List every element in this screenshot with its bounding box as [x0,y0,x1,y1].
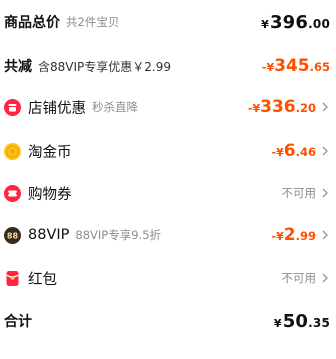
total-reduce-label: 共减 [4,59,32,75]
coupon-icon [4,184,21,202]
chevron-right-icon[interactable] [320,101,330,113]
shop-icon [4,98,21,116]
total-reduce-amount: -¥345.65 [261,56,330,76]
discount-amount: -¥336.20 [247,97,316,117]
svg-text:88: 88 [7,231,19,240]
discount-row-red-packet[interactable]: 红包 不可用 [0,258,336,298]
red-packet-icon [4,270,21,287]
discount-amount: -¥2.99 [271,225,316,245]
chevron-right-icon[interactable] [320,272,330,284]
chevron-right-icon[interactable] [320,145,330,157]
goods-total-label: 商品总价 [4,15,60,31]
gold-coin-icon [4,142,21,160]
goods-total-price: ¥396.00 [261,11,330,33]
unavailable-status: 不可用 [281,271,317,285]
unavailable-status: 不可用 [281,186,317,200]
grand-total-price: ¥50.35 [273,310,330,332]
discount-label: 红包 [28,271,57,288]
discount-row-coupon[interactable]: 购物券 不可用 [0,173,336,213]
discount-note: 秒杀直降 [92,100,138,114]
discount-amount: -¥6.46 [271,141,316,161]
total-reduce-row: 共减 含88VIP专享优惠￥2.99 -¥345.65 [0,46,336,86]
grand-total-row: 合计 ¥50.35 [0,301,336,341]
discount-note: 88VIP专享9.5折 [75,228,162,242]
goods-count-note: 共2件宝贝 [66,15,120,29]
total-reduce-note: 含88VIP专享优惠￥2.99 [38,59,171,74]
discount-label: 店铺优惠 [28,100,86,117]
chevron-right-icon[interactable] [320,229,330,241]
vip88-icon: 88 [4,226,21,244]
discount-row-coin[interactable]: 淘金币 -¥6.46 [0,131,336,171]
chevron-right-icon[interactable] [320,187,330,199]
grand-total-label: 合计 [4,314,32,330]
discount-label: 购物券 [28,186,72,203]
discount-label: 88VIP [28,227,70,243]
discount-label: 淘金币 [28,144,72,161]
discount-row-88vip[interactable]: 88 88VIP 88VIP专享9.5折 -¥2.99 [0,215,336,255]
discount-row-shop[interactable]: 店铺优惠 秒杀直降 -¥336.20 [0,87,336,127]
goods-total-row: 商品总价 共2件宝贝 ¥396.00 [0,2,336,42]
